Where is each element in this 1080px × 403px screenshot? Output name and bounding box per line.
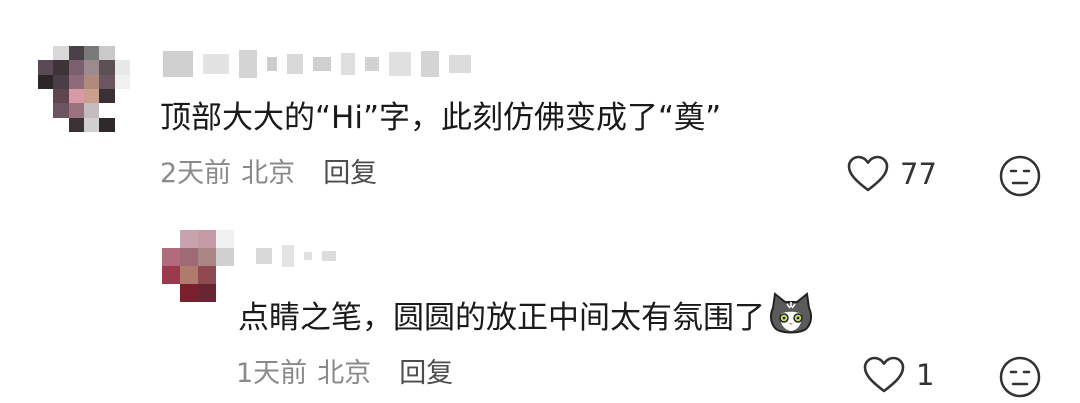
avatar[interactable] [162, 230, 234, 302]
comment-location: 北京 [317, 358, 372, 389]
like-count: 1 [916, 358, 935, 392]
comment-time: 2天前 [160, 158, 232, 189]
like-button[interactable]: 1 [862, 355, 934, 395]
avatar[interactable] [38, 46, 130, 132]
comment-text: 顶部大大的“Hi”字，此刻仿佛变成了“奠” [160, 100, 722, 136]
neutral-face-icon[interactable] [998, 355, 1042, 399]
dislike-button[interactable] [998, 355, 1042, 403]
reply-comment-item: 点睛之笔，圆圆的放正中间太有氛围了 1天前 北京 回复 1 [0, 210, 1080, 402]
comment-text: 点睛之笔，圆圆的放正中间太有氛围了 [238, 292, 815, 338]
reply-button[interactable]: 回复 [399, 358, 453, 389]
comment-text-content: 点睛之笔，圆圆的放正中间太有氛围了 [238, 300, 765, 336]
comment-meta: 1天前 北京 回复 [236, 356, 453, 392]
heart-outline-icon[interactable] [846, 154, 890, 194]
dislike-button[interactable] [998, 154, 1042, 202]
cat-face-emoji [769, 292, 813, 334]
neutral-face-icon[interactable] [998, 154, 1042, 198]
reply-button[interactable]: 回复 [323, 158, 377, 189]
like-button[interactable]: 77 [846, 154, 937, 194]
like-count: 77 [900, 157, 937, 191]
username-redacted[interactable] [256, 242, 336, 270]
heart-outline-icon[interactable] [862, 355, 906, 395]
comment-time: 1天前 [236, 358, 308, 389]
username-redacted[interactable] [163, 48, 471, 80]
comment-item: 顶部大大的“Hi”字，此刻仿佛变成了“奠” 2天前 北京 回复 77 [0, 0, 1080, 210]
comment-location: 北京 [241, 158, 296, 189]
comment-meta: 2天前 北京 回复 [160, 156, 377, 192]
